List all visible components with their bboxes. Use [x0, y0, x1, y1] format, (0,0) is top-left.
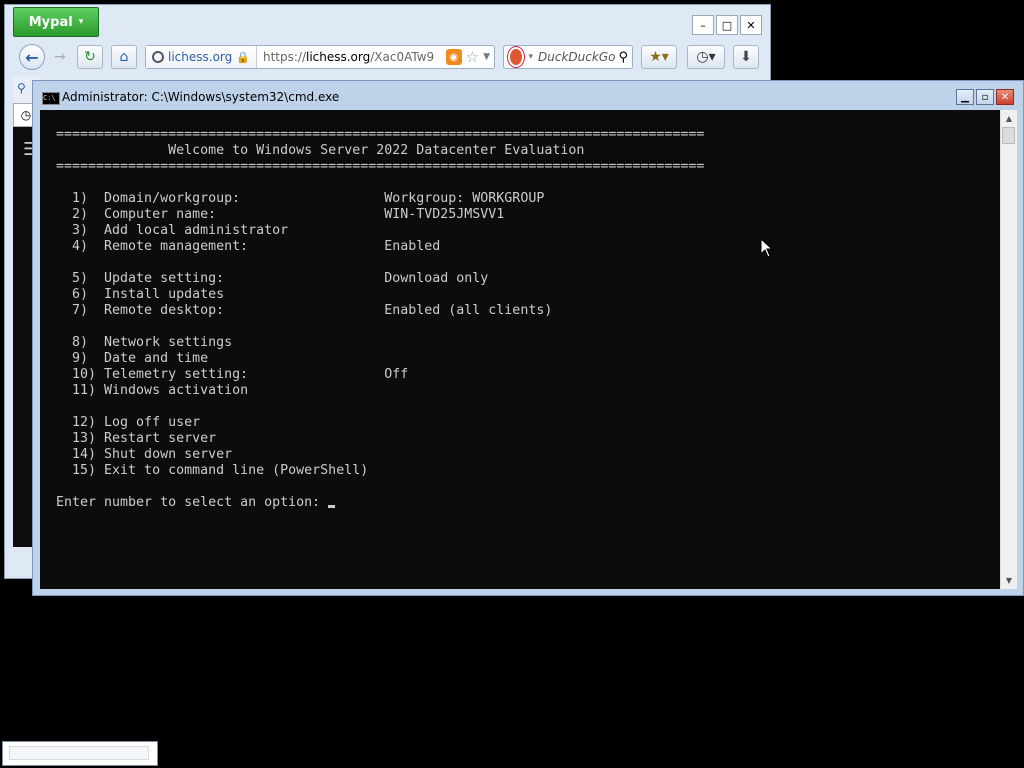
scroll-thumb[interactable] [1002, 127, 1015, 144]
option-prompt[interactable]: Enter number to select an option: [56, 495, 328, 510]
menu-item-12: 12) Log off user [56, 415, 201, 430]
menu-item-15: 15) Exit to command line (PowerShell) [56, 463, 369, 478]
lock-icon: 🔒 [236, 50, 250, 64]
downloads-icon: ⬇ [740, 49, 752, 65]
cmd-minimize-button[interactable]: ▁ [956, 89, 974, 105]
bookmarks-icon: ★▾ [649, 49, 669, 65]
text-cursor [328, 505, 336, 508]
browser-maximize-button[interactable]: □ [716, 15, 738, 35]
home-button[interactable]: ⌂ [111, 45, 137, 69]
header-rule-top: ========================================… [56, 127, 705, 142]
downloads-button[interactable]: ⬇ [733, 45, 759, 69]
url-text[interactable]: https://lichess.org/Xac0ATw9 [257, 50, 446, 64]
menu-item-3: 3) Add local administrator [56, 223, 289, 238]
cmd-titlebar[interactable]: C:\ Administrator: C:\Windows\system32\c… [33, 81, 1023, 109]
search-icon[interactable]: ⚲ [17, 81, 26, 95]
app-menu-button[interactable]: Mypal ▾ [13, 7, 99, 37]
star-icon[interactable]: ☆ [466, 48, 479, 66]
menu-item-14: 14) Shut down server [56, 447, 233, 462]
site-identity-button[interactable]: lichess.org 🔒 [146, 46, 257, 68]
menu-item-6: 6) Install updates [56, 287, 225, 302]
menu-item-5: 5) Update setting: Download only [56, 271, 489, 286]
search-input[interactable]: DuckDuckGo [538, 50, 615, 64]
taskbar-button[interactable] [2, 741, 158, 766]
chevron-down-icon[interactable]: ▼ [483, 52, 490, 62]
history-button[interactable]: ◷▾ [687, 45, 725, 69]
app-menu-label: Mypal [28, 14, 73, 30]
forward-icon: → [54, 49, 66, 65]
globe-icon [152, 51, 164, 63]
back-button[interactable]: ← [19, 44, 45, 70]
menu-item-9: 9) Date and time [56, 351, 209, 366]
url-path: /Xac0ATw9 [370, 50, 435, 64]
reload-icon: ↻ [84, 49, 96, 65]
menu-item-7: 7) Remote desktop: Enabled (all clients) [56, 303, 553, 318]
site-identity-label: lichess.org [168, 50, 233, 64]
menu-item-10: 10) Telemetry setting: Off [56, 367, 409, 382]
history-icon: ◷▾ [696, 49, 716, 65]
url-bar[interactable]: lichess.org 🔒 https://lichess.org/Xac0AT… [145, 45, 495, 69]
clock-icon: ◷ [20, 108, 32, 122]
chevron-down-icon: ▾ [78, 17, 84, 27]
rss-icon[interactable]: ◉ [445, 49, 462, 65]
scroll-down-button[interactable]: ▼ [1001, 572, 1017, 588]
bookmarks-button[interactable]: ★▾ [641, 45, 677, 69]
cmd-app-icon[interactable]: C:\ [42, 92, 60, 105]
search-icon[interactable]: ⚲ [618, 50, 628, 65]
console-output[interactable]: ========================================… [40, 110, 1000, 589]
search-bar[interactable]: ▾ DuckDuckGo ⚲ [503, 45, 633, 69]
menu-item-8: 8) Network settings [56, 335, 233, 350]
menu-item-1: 1) Domain/workgroup: Workgroup: WORKGROU… [56, 191, 545, 206]
menu-item-13: 13) Restart server [56, 431, 217, 446]
chevron-down-icon[interactable]: ▾ [529, 52, 534, 62]
url-host: lichess.org [305, 50, 371, 64]
vertical-scrollbar[interactable]: ▲ ▼ [1000, 110, 1017, 589]
scroll-up-button[interactable]: ▲ [1001, 110, 1017, 126]
forward-button[interactable]: → [47, 45, 73, 69]
browser-close-button[interactable]: ✕ [740, 15, 762, 35]
browser-minimize-button[interactable]: – [692, 15, 714, 35]
header-title: Welcome to Windows Server 2022 Datacente… [56, 143, 585, 158]
reload-button[interactable]: ↻ [77, 45, 103, 69]
menu-item-11: 11) Windows activation [56, 383, 249, 398]
home-icon: ⌂ [119, 49, 129, 65]
url-prefix: https:// [262, 50, 306, 64]
cmd-window-title: Administrator: C:\Windows\system32\cmd.e… [62, 90, 340, 104]
back-icon: ← [25, 47, 39, 67]
menu-item-4: 4) Remote management: Enabled [56, 239, 441, 254]
cmd-maximize-button[interactable]: ▫ [976, 89, 994, 105]
taskbar-button-preview [9, 746, 149, 760]
header-rule-bottom: ========================================… [56, 159, 705, 174]
browser-titlebar: Mypal ▾ – □ ✕ [5, 5, 770, 41]
mouse-pointer-icon [760, 238, 774, 258]
duckduckgo-icon[interactable] [508, 47, 524, 67]
console-text: ========================================… [40, 110, 1000, 511]
cmd-close-button[interactable]: ✕ [996, 89, 1014, 105]
cmd-window: C:\ Administrator: C:\Windows\system32\c… [32, 80, 1024, 596]
menu-item-2: 2) Computer name: WIN-TVD25JMSVV1 [56, 207, 505, 222]
navigation-toolbar: ← → ↻ ⌂ lichess.org 🔒 https://lichess.or… [5, 43, 770, 73]
